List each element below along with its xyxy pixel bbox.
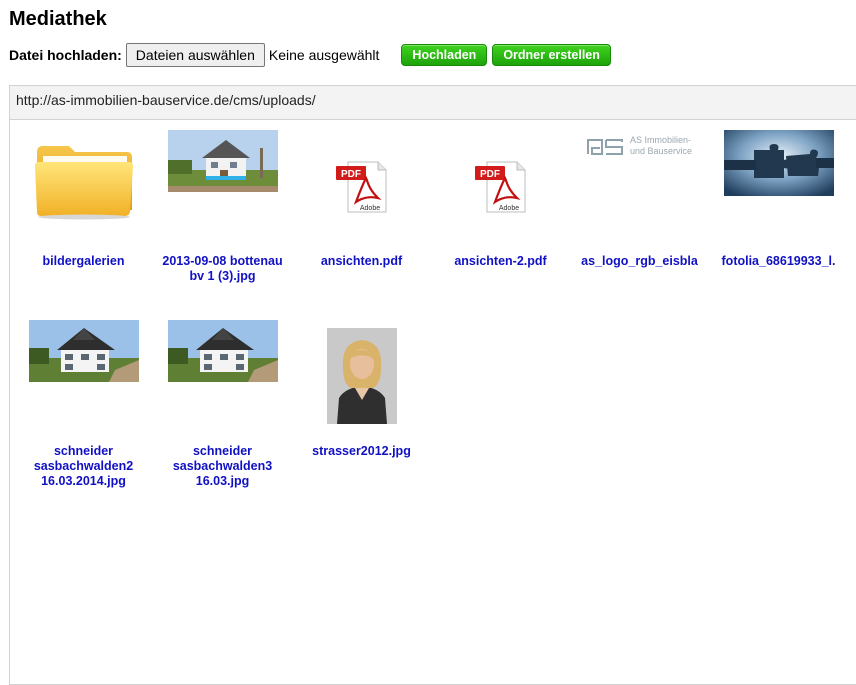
create-folder-button[interactable]: Ordner erstellen [492,44,611,66]
item-label[interactable]: schneider sasbachwalden3 16.03.jpg [162,444,284,489]
svg-text:Adobe: Adobe [359,205,379,212]
media-browser: http://as-immobilien-bauservice.de/cms/u… [9,85,856,685]
media-item[interactable]: strasser2012.jpg [292,320,431,510]
item-label[interactable]: fotolia_68619933_l. [718,254,840,269]
house-photo [158,320,288,430]
media-item[interactable]: schneider sasbachwalden3 16.03.jpg [153,320,292,510]
media-grid: bildergalerien 2013-09-08 bottenau bv 1 … [14,130,848,510]
svg-text:Adobe: Adobe [498,205,518,212]
house-photo [158,130,288,240]
media-item[interactable]: bildergalerien [14,130,153,320]
media-item[interactable]: fotolia_68619933_l. [709,130,848,320]
pdf-icon: PDF Adobe [436,130,566,240]
media-item[interactable]: PDF Adobe ansichten.pdf [292,130,431,320]
pdf-icon: PDF Adobe [297,130,427,240]
path-bar: http://as-immobilien-bauservice.de/cms/u… [10,86,856,120]
media-item[interactable]: schneider sasbachwalden2 16.03.2014.jpg [14,320,153,510]
item-label[interactable]: ansichten-2.pdf [440,254,562,269]
item-label[interactable]: bildergalerien [23,254,145,269]
svg-text:PDF: PDF [341,169,361,180]
upload-bar: Datei hochladen: Dateien auswählen Keine… [9,43,611,67]
upload-label: Datei hochladen: [9,47,122,63]
media-item[interactable]: 2013-09-08 bottenau bv 1 (3).jpg [153,130,292,320]
item-label[interactable]: schneider sasbachwalden2 16.03.2014.jpg [23,444,145,489]
choose-files-button[interactable]: Dateien auswählen [125,43,265,67]
logo-image: AS Immobilien- und Bauservice [575,130,705,240]
file-status: Keine ausgewählt [268,47,380,63]
upload-button[interactable]: Hochladen [401,44,488,66]
item-label[interactable]: strasser2012.jpg [301,444,423,459]
svg-text:PDF: PDF [480,169,500,180]
logo-text-line2: und Bauservice [630,146,692,156]
puzzle-photo [714,130,844,240]
portrait-photo [297,320,427,430]
item-label[interactable]: 2013-09-08 bottenau bv 1 (3).jpg [162,254,284,284]
house-photo [19,320,149,430]
logo-text-line1: AS Immobilien- [630,135,691,145]
item-label[interactable]: as_logo_rgb_eisbla [579,254,701,269]
media-item[interactable]: AS Immobilien- und Bauservice as_logo_rg… [570,130,709,320]
media-item[interactable]: PDF Adobe ansichten-2.pdf [431,130,570,320]
page-title: Mediathek [9,8,107,30]
folder-icon [19,130,149,240]
item-label[interactable]: ansichten.pdf [301,254,423,269]
